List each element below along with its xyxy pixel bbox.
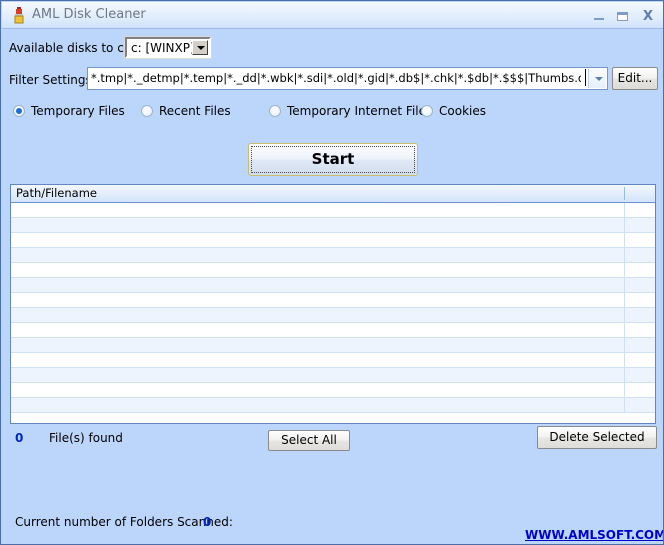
list-right-strip — [624, 202, 655, 423]
start-button-label: Start — [251, 146, 415, 173]
radio-indicator — [141, 105, 153, 117]
app-window: AML Disk Cleaner X Available disks to cl… — [0, 0, 664, 545]
list-body — [11, 203, 655, 423]
table-row[interactable] — [11, 398, 655, 413]
table-row[interactable] — [11, 278, 655, 293]
table-row[interactable] — [11, 293, 655, 308]
table-row[interactable] — [11, 368, 655, 383]
chevron-down-icon[interactable] — [192, 40, 208, 55]
window-title: AML Disk Cleaner — [32, 7, 146, 22]
filter-settings-label: Filter Settings: — [9, 73, 96, 87]
list-header: Path/Filename — [11, 185, 655, 203]
files-found-label: File(s) found — [49, 431, 123, 445]
chevron-down-icon[interactable] — [588, 69, 606, 88]
radio-indicator — [269, 105, 281, 117]
cleaner-brush-icon — [11, 7, 27, 24]
start-button[interactable]: Start — [248, 143, 418, 176]
table-row[interactable] — [11, 308, 655, 323]
table-row[interactable] — [11, 353, 655, 368]
title-bar: AML Disk Cleaner X — [2, 2, 663, 29]
disk-select[interactable]: c: [WINXP] — [124, 36, 212, 59]
folders-scanned-value: 0 — [203, 515, 212, 529]
radio-indicator — [421, 105, 433, 117]
select-all-button[interactable]: Select All — [268, 430, 350, 451]
radio-label: Recent Files — [159, 104, 231, 118]
table-row[interactable] — [11, 218, 655, 233]
radio-label: Temporary Internet Files — [287, 104, 433, 118]
file-count-value: 0 — [15, 431, 24, 445]
table-row[interactable] — [11, 383, 655, 398]
table-row[interactable] — [11, 233, 655, 248]
minimize-button[interactable] — [591, 10, 607, 24]
maximize-button[interactable] — [615, 10, 631, 24]
table-row[interactable] — [11, 203, 655, 218]
table-row[interactable] — [11, 338, 655, 353]
radio-label: Cookies — [439, 104, 486, 118]
disk-select-value: c: [WINXP] — [131, 41, 195, 55]
radio-indicator — [13, 105, 25, 117]
website-link[interactable]: WWW.AMLSOFT.COM — [525, 528, 663, 542]
folders-scanned-label: Current number of Folders Scanned: — [15, 515, 233, 529]
filter-settings-input[interactable]: *.tmp|*._detmp|*.temp|*._dd|*.wbk|*.sdi|… — [87, 67, 608, 90]
column-header-path[interactable]: Path/Filename — [16, 186, 97, 200]
table-row[interactable] — [11, 323, 655, 338]
delete-selected-button[interactable]: Delete Selected — [537, 426, 657, 449]
filter-settings-value: *.tmp|*._detmp|*.temp|*._dd|*.wbk|*.sdi|… — [91, 71, 581, 85]
close-button[interactable]: X — [640, 10, 656, 24]
column-divider[interactable] — [624, 187, 625, 200]
text-caret — [585, 69, 586, 86]
table-row[interactable] — [11, 263, 655, 278]
table-row[interactable] — [11, 248, 655, 263]
edit-filter-button[interactable]: Edit... — [612, 67, 658, 90]
radio-label: Temporary Files — [31, 104, 125, 118]
results-list[interactable]: Path/Filename — [10, 184, 656, 424]
